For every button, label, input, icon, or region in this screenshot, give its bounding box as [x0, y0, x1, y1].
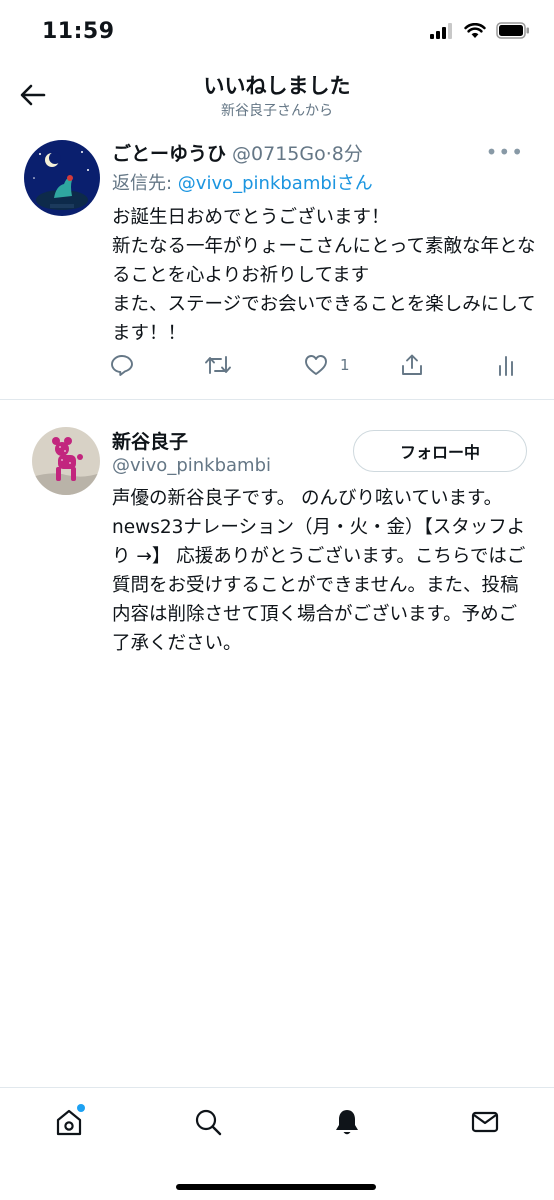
status-bar: 11:59	[0, 0, 554, 64]
page-subtitle: 新谷良子さんから	[221, 103, 333, 119]
reply-button[interactable]	[110, 350, 134, 380]
share-icon	[402, 354, 422, 375]
liker-profile-card[interactable]: 新谷良子 @vivo_pinkbambi フォロー中 声優の新谷良子です。 のん…	[0, 401, 554, 681]
bottom-tab-bar	[0, 1087, 554, 1200]
liked-tweet[interactable]: ごとーゆうひ @0715Go·8分 ••• 返信先: @vivo_pinkbamb…	[0, 128, 554, 400]
reply-to-prefix: 返信先:	[112, 173, 178, 194]
tweet-header: ごとーゆうひ @0715Go·8分	[112, 139, 363, 166]
tab-messages[interactable]	[465, 1102, 505, 1142]
new-content-dot	[77, 1104, 85, 1112]
retweet-icon	[205, 356, 231, 374]
tab-search[interactable]	[188, 1102, 228, 1142]
profile-avatar[interactable]	[32, 427, 100, 495]
retweet-button[interactable]	[204, 350, 232, 380]
status-icons	[430, 22, 530, 39]
tweet-author-handle[interactable]: @0715Go	[232, 143, 326, 165]
avatar-image	[32, 427, 100, 495]
tweet-timestamp: ·8分	[325, 143, 363, 165]
tweet-text: お誕生日おめでとうございます！ 新たなる一年がりょーこさんにとって素敵な年となる…	[112, 207, 536, 344]
cellular-signal-icon	[430, 22, 452, 39]
tweet-actions: 1	[0, 350, 554, 380]
like-count: 1	[340, 356, 350, 374]
following-button[interactable]: フォロー中	[353, 430, 527, 472]
tab-notifications[interactable]	[327, 1102, 367, 1142]
reply-icon	[111, 355, 133, 376]
more-dots-icon: •••	[485, 140, 524, 164]
like-button[interactable]: 1	[304, 350, 350, 380]
heart-icon	[305, 355, 327, 375]
tweet-author-avatar[interactable]	[24, 140, 100, 216]
reply-to-handle-link[interactable]: @vivo_pinkbambi	[178, 173, 337, 194]
battery-icon	[496, 22, 529, 39]
reply-to-line: 返信先: @vivo_pinkbambiさん	[112, 169, 373, 195]
tweet-author-name[interactable]: ごとーゆうひ	[112, 143, 226, 165]
reply-to-suffix: さん	[336, 173, 373, 194]
more-options-button[interactable]: •••	[486, 142, 524, 162]
profile-name[interactable]: 新谷良子	[112, 427, 188, 454]
analytics-button[interactable]	[496, 350, 516, 380]
profile-bio: 声優の新谷良子です。 のんびり呟いています。news23ナレーション（月・火・金…	[112, 488, 526, 654]
wifi-icon	[464, 22, 486, 38]
messages-envelope-icon	[471, 1111, 499, 1133]
analytics-bars-icon	[499, 356, 513, 376]
home-indicator[interactable]	[176, 1184, 376, 1190]
profile-handle[interactable]: @vivo_pinkbambi	[112, 455, 271, 476]
page-title: いいねしました	[203, 74, 351, 98]
status-time: 11:59	[42, 19, 115, 44]
notifications-bell-icon	[336, 1110, 358, 1135]
search-icon	[195, 1109, 222, 1136]
avatar-image	[24, 140, 100, 216]
share-button[interactable]	[400, 350, 424, 380]
header: いいねしました 新谷良子さんから	[0, 64, 554, 126]
tab-home[interactable]	[49, 1102, 89, 1142]
